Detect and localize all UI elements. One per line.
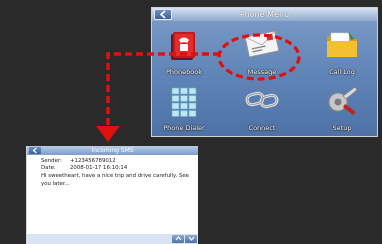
annotation-overlay bbox=[96, 33, 301, 142]
arrow-head-icon bbox=[96, 126, 120, 142]
dashed-connector-line bbox=[106, 52, 220, 128]
highlight-ellipse bbox=[217, 33, 301, 81]
